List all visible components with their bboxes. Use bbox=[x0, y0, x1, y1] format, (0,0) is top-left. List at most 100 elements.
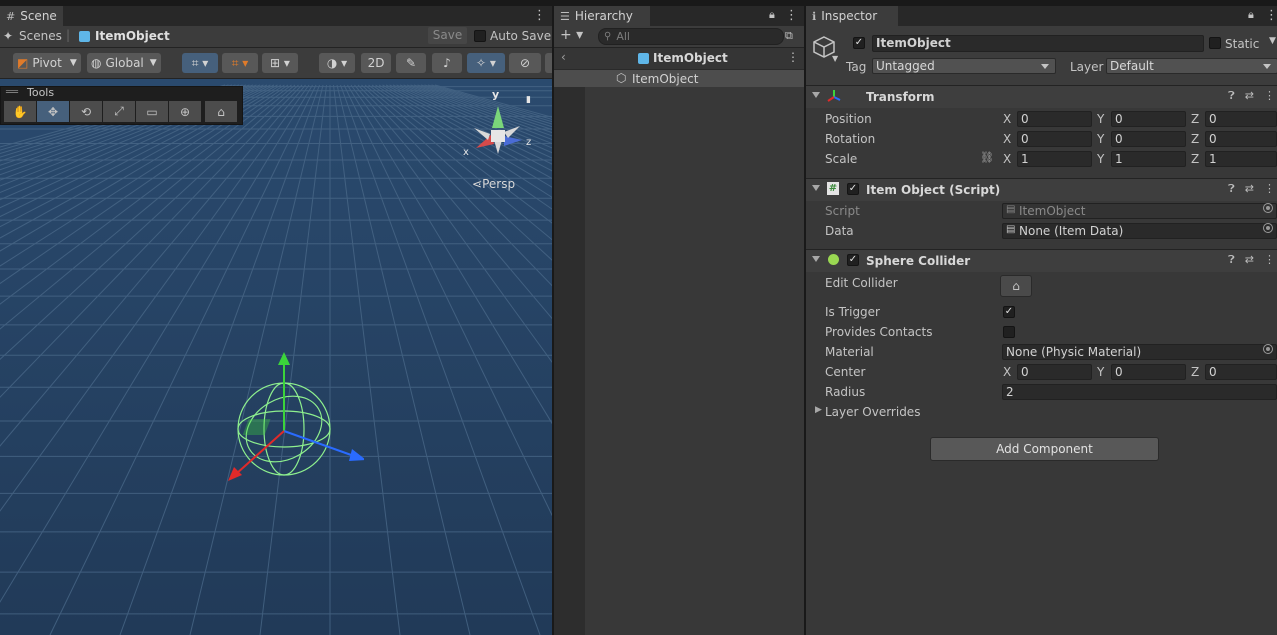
transform-header[interactable]: Transform ❓︎ ⇄ ⋮ bbox=[806, 85, 1277, 108]
gizmo-y-label[interactable]: y bbox=[492, 88, 499, 101]
object-picker-icon[interactable] bbox=[1263, 223, 1273, 233]
layer-overrides-row[interactable]: ▶ Layer Overrides bbox=[806, 402, 1277, 422]
center-y-field[interactable]: 0 bbox=[1111, 364, 1186, 380]
add-component-button[interactable]: Add Component bbox=[930, 437, 1159, 461]
component-menu-icon[interactable]: ⋮ bbox=[1264, 253, 1275, 267]
axis-x-label[interactable]: X bbox=[1003, 152, 1011, 166]
axis-x-label[interactable]: X bbox=[1003, 365, 1011, 379]
breadcrumb-object[interactable]: ItemObject bbox=[95, 29, 170, 43]
add-dropdown[interactable]: + ▾ bbox=[560, 27, 583, 43]
rotation-x-field[interactable]: 0 bbox=[1017, 131, 1092, 147]
axis-z-label[interactable]: Z bbox=[1191, 112, 1199, 126]
collider-enabled-checkbox[interactable]: ✓ bbox=[847, 254, 859, 266]
drag-handle-icon[interactable]: ══ bbox=[6, 87, 18, 98]
header-menu-icon[interactable]: ⋮ bbox=[787, 50, 799, 64]
object-name-field[interactable]: ItemObject bbox=[872, 35, 1204, 52]
axis-x-label[interactable]: X bbox=[1003, 132, 1011, 146]
increment-snap-toggle[interactable]: ⌗ ▾ bbox=[222, 53, 258, 73]
hierarchy-menu-icon[interactable]: ⋮ bbox=[785, 8, 798, 23]
inspector-menu-icon[interactable]: ⋮ bbox=[1265, 8, 1277, 23]
axis-z-label[interactable]: Z bbox=[1191, 365, 1199, 379]
lock-icon[interactable]: 🔒︎ bbox=[769, 8, 775, 22]
center-x-field[interactable]: 0 bbox=[1017, 364, 1092, 380]
grid-snap-toggle[interactable]: ⌗ ▾ bbox=[182, 53, 218, 73]
scene-viewport[interactable]: y x z ▮ ⋖Persp bbox=[0, 79, 552, 635]
lock-icon[interactable]: 🔒︎ bbox=[1248, 8, 1254, 22]
sphere-collider-gizmo[interactable] bbox=[204, 349, 364, 509]
position-z-field[interactable]: 0 bbox=[1205, 111, 1277, 127]
presets-icon[interactable]: ⇄ bbox=[1245, 253, 1254, 267]
radius-field[interactable]: 2 bbox=[1002, 384, 1277, 400]
component-menu-icon[interactable]: ⋮ bbox=[1264, 182, 1275, 196]
list-item[interactable]: ⬡ ItemObject bbox=[554, 70, 804, 87]
sphere-collider-header[interactable]: ✓ Sphere Collider ❓︎ ⇄ ⋮ bbox=[806, 249, 1277, 272]
grid-visibility-toggle[interactable]: ⊞ ▾ bbox=[262, 53, 298, 73]
scale-z-field[interactable]: 1 bbox=[1205, 151, 1277, 167]
material-field[interactable]: None (Physic Material) bbox=[1002, 344, 1277, 360]
foldout-icon[interactable] bbox=[812, 185, 820, 191]
script-component-header[interactable]: # ✓ Item Object (Script) ❓︎ ⇄ ⋮ bbox=[806, 178, 1277, 201]
presets-icon[interactable]: ⇄ bbox=[1245, 89, 1254, 103]
edit-collider-tool-button[interactable]: ⌂ bbox=[205, 101, 237, 122]
hierarchy-search-input[interactable]: ⚲ All bbox=[598, 28, 784, 45]
position-x-field[interactable]: 0 bbox=[1017, 111, 1092, 127]
axis-y-label[interactable]: Y bbox=[1097, 132, 1104, 146]
script-enabled-checkbox[interactable]: ✓ bbox=[847, 183, 859, 195]
draw-mode-dropdown[interactable]: ◑ ▾ bbox=[319, 53, 355, 73]
active-checkbox[interactable]: ✓ bbox=[853, 37, 865, 49]
scale-tool-button[interactable]: ⤢ bbox=[103, 101, 135, 122]
is-trigger-checkbox[interactable]: ✓ bbox=[1003, 306, 1015, 318]
help-icon[interactable]: ❓︎ bbox=[1228, 253, 1235, 267]
scale-y-field[interactable]: 1 bbox=[1111, 151, 1186, 167]
breadcrumb-scenes[interactable]: Scenes bbox=[19, 29, 62, 43]
hand-tool-button[interactable]: ✋ bbox=[4, 101, 36, 122]
tab-scene[interactable]: # Scene bbox=[0, 6, 63, 26]
global-dropdown[interactable]: ◍ Global ▼ bbox=[87, 53, 161, 73]
help-icon[interactable]: ❓︎ bbox=[1228, 182, 1235, 196]
axis-y-label[interactable]: Y bbox=[1097, 112, 1104, 126]
component-menu-icon[interactable]: ⋮ bbox=[1264, 89, 1275, 103]
foldout-icon[interactable] bbox=[812, 92, 820, 98]
tab-hierarchy[interactable]: ☰ Hierarchy bbox=[554, 6, 650, 26]
scene-menu-icon[interactable]: ⋮ bbox=[533, 8, 546, 23]
static-chevron-icon[interactable]: ▼ bbox=[1269, 36, 1276, 46]
object-picker-icon[interactable] bbox=[1263, 344, 1273, 354]
edit-collider-button[interactable]: ⌂ bbox=[1000, 275, 1032, 297]
transform-tool-button[interactable]: ⊕ bbox=[169, 101, 201, 122]
rect-tool-button[interactable]: ▭ bbox=[136, 101, 168, 122]
scale-x-field[interactable]: 1 bbox=[1017, 151, 1092, 167]
move-tool-button[interactable]: ✥ bbox=[37, 101, 69, 122]
constrain-proportions-icon[interactable]: ⛓ bbox=[980, 151, 994, 164]
back-icon[interactable]: ‹ bbox=[561, 50, 566, 64]
rotation-y-field[interactable]: 0 bbox=[1111, 131, 1186, 147]
save-button[interactable]: Save bbox=[428, 27, 467, 44]
audio-toggle[interactable]: ♪ bbox=[432, 53, 462, 73]
presets-icon[interactable]: ⇄ bbox=[1245, 182, 1254, 196]
scene-visibility-icon[interactable]: ⧉ bbox=[785, 29, 793, 43]
layer-dropdown[interactable]: Default bbox=[1106, 58, 1277, 74]
static-checkbox[interactable] bbox=[1209, 37, 1221, 49]
autosave-checkbox[interactable] bbox=[474, 30, 486, 42]
orientation-gizmo[interactable] bbox=[458, 94, 538, 174]
rotate-tool-button[interactable]: ⟲ bbox=[70, 101, 102, 122]
2d-toggle[interactable]: 2D bbox=[361, 53, 391, 73]
more-toolbar-button[interactable] bbox=[545, 53, 552, 73]
center-z-field[interactable]: 0 bbox=[1205, 364, 1277, 380]
axis-z-label[interactable]: Z bbox=[1191, 152, 1199, 166]
lock-icon[interactable]: ▮ bbox=[526, 95, 531, 105]
hierarchy-prefab-header[interactable]: ‹ ItemObject ⋮ bbox=[554, 48, 804, 70]
position-y-field[interactable]: 0 bbox=[1111, 111, 1186, 127]
gizmo-z-label[interactable]: z bbox=[526, 137, 531, 148]
tag-dropdown[interactable]: Untagged bbox=[872, 58, 1056, 74]
rotation-z-field[interactable]: 0 bbox=[1205, 131, 1277, 147]
effects-dropdown[interactable]: ✧ ▾ bbox=[467, 53, 505, 73]
tab-inspector[interactable]: ℹ Inspector bbox=[806, 6, 898, 26]
axis-z-label[interactable]: Z bbox=[1191, 132, 1199, 146]
chevron-down-icon[interactable]: ▼ bbox=[832, 54, 838, 63]
chevron-right-icon[interactable]: ▶ bbox=[815, 405, 822, 415]
provides-contacts-checkbox[interactable] bbox=[1003, 326, 1015, 338]
pivot-dropdown[interactable]: ◩ Pivot ▼ bbox=[13, 53, 81, 73]
help-icon[interactable]: ❓︎ bbox=[1228, 89, 1235, 103]
axis-y-label[interactable]: Y bbox=[1097, 152, 1104, 166]
gizmo-x-label[interactable]: x bbox=[463, 147, 469, 158]
